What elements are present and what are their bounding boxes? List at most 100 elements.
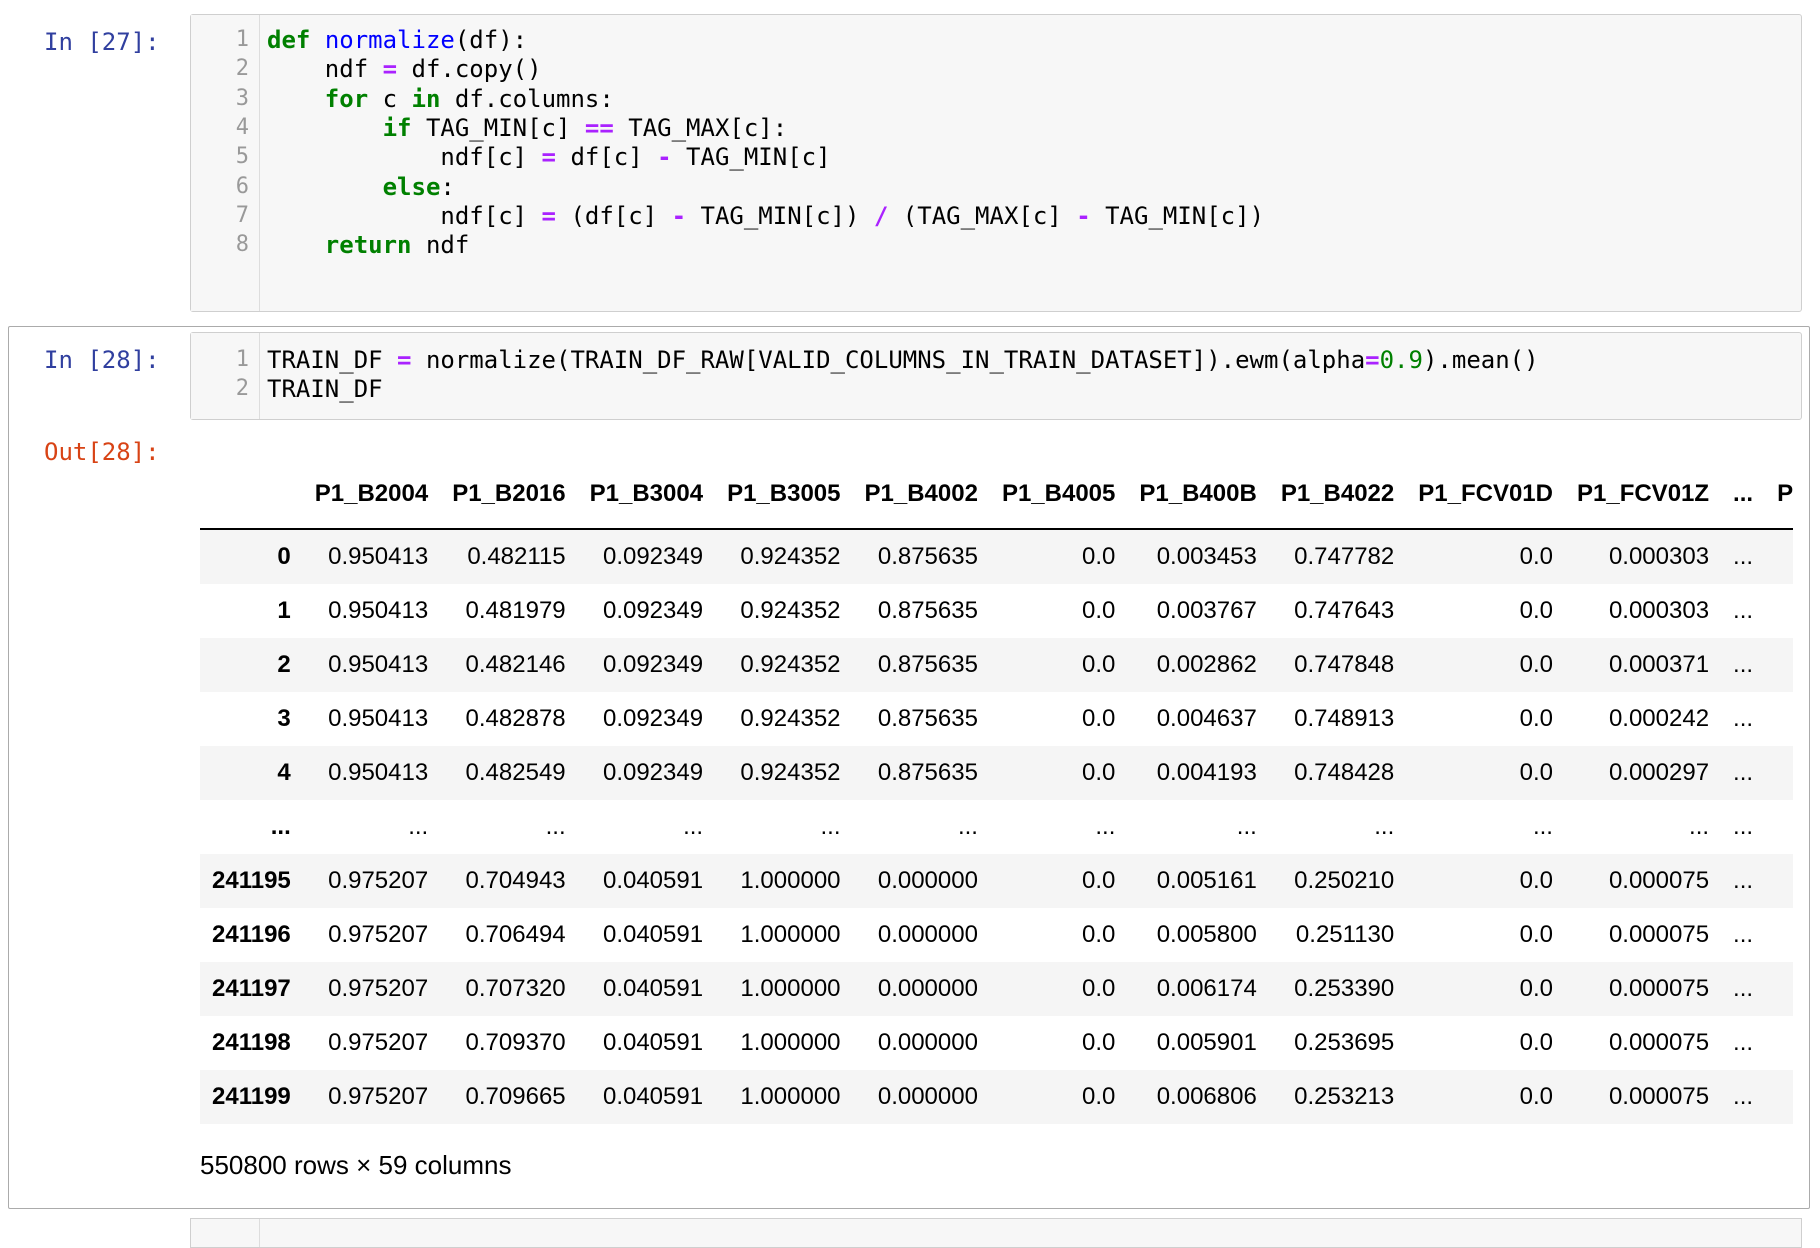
code-line[interactable]: TRAIN_DF = normalize(TRAIN_DF_RAW[VALID_… [267, 343, 1539, 377]
code-token: df[c] [556, 143, 658, 172]
code-token: ndf [411, 231, 470, 260]
code-token: = [382, 55, 398, 84]
table-cell-clipped [1765, 746, 1793, 800]
code-line[interactable]: return ndf [267, 228, 470, 262]
table-cell: 0.924352 [740, 597, 841, 624]
column-header: P1_FCV01Z [1564, 460, 1722, 530]
table-cell: 0.0 [1519, 759, 1553, 786]
table-cell: 0.006806 [1156, 1083, 1257, 1110]
table-cell: 0.707320 [465, 975, 566, 1002]
table-cell: 1.000000 [740, 975, 841, 1002]
table-cell: 0.0 [1082, 597, 1116, 624]
table-cell: 0.000303 [1608, 597, 1710, 624]
cell-27-code[interactable]: def normalize(df): ndf = df.copy() for c… [259, 15, 1801, 311]
row-index: 3 [277, 705, 291, 732]
table-cell: 0.0 [1082, 1029, 1116, 1056]
row-index: 241199 [212, 1083, 291, 1110]
table-cell: ... [820, 813, 841, 840]
code-token: TRAIN_DF [267, 375, 383, 404]
table-cell: ... [408, 813, 429, 840]
code-token: ndf[c] [267, 143, 542, 172]
table-cell: ... [1733, 543, 1754, 570]
table-body: 0 0.950413 0.482115 0.092349 0.924352 0.87563… [200, 529, 1794, 1124]
next-cell-gutter [191, 1219, 260, 1247]
column-header: P [1765, 460, 1794, 530]
code-token: = [541, 201, 556, 230]
table-cell: ... [1733, 1083, 1754, 1110]
table-cell: 0.040591 [602, 921, 704, 948]
table-cell-clipped [1765, 692, 1793, 746]
table-cell: ... [1374, 813, 1395, 840]
table-cell: ... [1532, 813, 1553, 840]
table-cell: 0.003767 [1156, 597, 1257, 624]
table-cell: 0.000075 [1608, 975, 1710, 1002]
code-line[interactable]: TRAIN_DF [267, 372, 383, 406]
table-cell: 0.875635 [877, 543, 978, 570]
table-cell: 0.092349 [602, 759, 704, 786]
table-cell: 0.950413 [328, 543, 429, 570]
table-cell: 0.924352 [740, 543, 841, 570]
table-cell: 0.0 [1082, 543, 1116, 570]
table-cell: 0.0 [1082, 975, 1116, 1002]
code-token: (df): [454, 26, 528, 54]
table-cell: 0.975207 [328, 975, 429, 1002]
cell-28-code[interactable]: TRAIN_DF = normalize(TRAIN_DF_RAW[VALID_… [259, 333, 1801, 419]
table-cell: 0.000000 [877, 1083, 978, 1110]
table-cell: 0.000000 [877, 1029, 978, 1056]
table-cell: ... [1689, 813, 1710, 840]
code-token: - [1076, 201, 1091, 230]
code-token: TAG_MIN[c] [411, 113, 585, 142]
column-header: P1_B2016 [440, 460, 578, 530]
table-cell: 0.950413 [328, 597, 429, 624]
code-token: TAG_MIN[c]) [1090, 201, 1265, 230]
index-header [200, 460, 303, 530]
column-header: P1_B3004 [577, 460, 716, 530]
table-cell: ... [683, 813, 704, 840]
table-cell-clipped [1765, 962, 1793, 1016]
cell-27-code-editor[interactable]: 12345678 def normalize(df): ndf = df.cop… [190, 14, 1802, 312]
line-number: 8 [235, 232, 249, 258]
table-cell: 0.253695 [1294, 1029, 1395, 1056]
table-cell: 0.000242 [1608, 705, 1710, 732]
table-row: 241195 0.975207 0.704943 0.040591 1.000000 0.… [200, 854, 1794, 908]
next-cell-editor[interactable] [190, 1218, 1802, 1248]
code-token: ndf [267, 55, 383, 84]
table-cell-clipped [1765, 1016, 1793, 1070]
line-number: 2 [235, 376, 249, 402]
cell-28-input-prompt: In [28]: [44, 346, 160, 374]
table-cell-clipped [1765, 854, 1793, 908]
table-cell: 0.092349 [602, 705, 704, 732]
table-cell: 0.0 [1519, 921, 1553, 948]
column-header: ... [1721, 460, 1766, 530]
code-token: def [267, 26, 311, 54]
cell-27-input-prompt: In [27]: [44, 28, 160, 56]
table-cell: 0.0 [1082, 921, 1116, 948]
code-token: / [873, 201, 889, 230]
table-cell-clipped [1765, 800, 1793, 854]
row-index: ... [270, 813, 291, 840]
table-cell: ... [1733, 705, 1754, 732]
cell-28-code-editor[interactable]: 12 TRAIN_DF = normalize(TRAIN_DF_RAW[VAL… [190, 332, 1802, 420]
row-index: 1 [277, 597, 291, 624]
table-cell: 0.950413 [328, 651, 429, 678]
table-cell: ... [1733, 651, 1754, 678]
code-token: : [440, 172, 455, 201]
code-token: if [382, 113, 412, 142]
table-cell: 0.975207 [328, 1083, 429, 1110]
table-cell: 0.950413 [328, 759, 429, 786]
table-cell: 0.747643 [1294, 597, 1395, 624]
table-cell: 0.0 [1519, 1083, 1553, 1110]
code-token: normalize(TRAIN_DF_RAW[VALID_COLUMNS_IN_… [411, 346, 1366, 374]
table-row: 4 0.950413 0.482549 0.092349 0.924352 0.87563… [200, 746, 1794, 800]
table-cell: 0.0 [1519, 1029, 1553, 1056]
row-index: 241196 [212, 921, 291, 948]
column-header: P1_B4005 [989, 460, 1128, 530]
code-token: ).mean() [1422, 346, 1539, 374]
code-token: TAG_MIN[c] [671, 143, 831, 172]
table-cell: 1.000000 [740, 921, 841, 948]
table-cell: 0.000000 [877, 921, 978, 948]
code-token: (df[c] [556, 201, 672, 230]
table-cell: 0.748428 [1294, 759, 1395, 786]
